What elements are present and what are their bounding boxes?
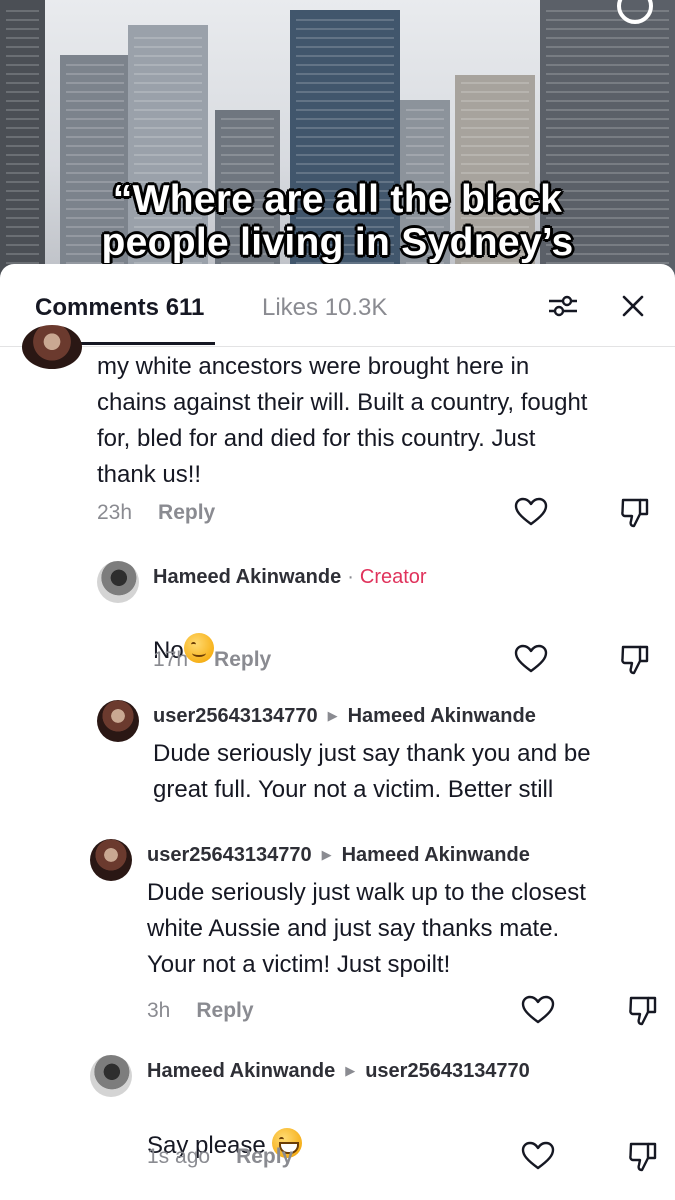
tab-likes[interactable]: Likes 10.3K <box>262 294 387 322</box>
comment-time: 17h <box>153 648 189 671</box>
creator-badge: Creator <box>359 566 427 588</box>
comments-sheet: Comments 611 Likes 10.3K my white ancest… <box>0 264 675 1200</box>
video-caption: “Where are all the black <box>112 178 563 221</box>
author-name[interactable]: Hameed Akinwande <box>147 1060 335 1082</box>
thumbs-down-icon[interactable] <box>620 644 650 676</box>
heart-icon[interactable] <box>521 995 555 1025</box>
reply-to-name[interactable]: Hameed Akinwande <box>342 844 530 866</box>
reply-button[interactable]: Reply <box>236 1145 293 1168</box>
comment-text: Dude seriously just say thank you and be… <box>153 740 591 803</box>
video-caption-line-2: people living in Sydney’s <box>101 221 574 264</box>
reply-button[interactable]: Reply <box>214 648 271 671</box>
reply-arrow-icon: ▶ <box>345 1063 356 1078</box>
avatar[interactable] <box>97 561 139 603</box>
heart-icon[interactable] <box>521 1141 555 1171</box>
tab-comments[interactable]: Comments 611 <box>35 294 204 322</box>
author-name[interactable]: Hameed Akinwande <box>153 566 341 588</box>
comment-meta: 23h Reply <box>97 501 215 525</box>
heart-icon[interactable] <box>514 497 548 527</box>
reply-button[interactable]: Reply <box>158 501 215 524</box>
comment-text: Dude seriously just walk up to the close… <box>147 879 586 978</box>
comment-time: 3h <box>147 999 171 1022</box>
heart-icon[interactable] <box>514 644 548 674</box>
video-background: “Where are all the black people living i… <box>0 0 675 300</box>
comment-author[interactable]: user25643134770 ▶ Hameed Akinwande <box>153 705 536 728</box>
reply-to-name[interactable]: user25643134770 <box>365 1060 530 1082</box>
comment-time: 1s ago <box>147 1145 211 1168</box>
thumbs-down-icon[interactable] <box>628 995 658 1027</box>
author-name[interactable]: user25643134770 <box>153 705 318 727</box>
comment-meta: 3h Reply <box>147 999 254 1023</box>
reply-arrow-icon: ▶ <box>327 708 338 723</box>
comment-author[interactable]: Hameed Akinwande · Creator <box>153 566 427 589</box>
reply-button[interactable]: Reply <box>196 999 253 1022</box>
close-icon[interactable] <box>620 293 646 319</box>
thumbs-down-icon[interactable] <box>628 1141 658 1173</box>
comment-text: my white ancestors were brought here in … <box>97 353 588 488</box>
thumbs-down-icon[interactable] <box>620 497 650 529</box>
sliders-icon[interactable] <box>548 295 578 317</box>
avatar[interactable] <box>97 700 139 742</box>
author-name[interactable]: user25643134770 <box>147 844 312 866</box>
reply-arrow-icon: ▶ <box>321 847 332 862</box>
reply-to-name[interactable]: Hameed Akinwande <box>348 705 536 727</box>
comment-time: 23h <box>97 501 133 524</box>
avatar[interactable] <box>90 1055 132 1097</box>
sheet-header: Comments 611 Likes 10.3K <box>0 264 675 347</box>
comment-author[interactable]: Hameed Akinwande ▶ user25643134770 <box>147 1060 530 1083</box>
comment-meta: 17h Reply <box>153 648 271 672</box>
comment-meta: 1s ago Reply <box>147 1145 293 1169</box>
avatar[interactable] <box>90 839 132 881</box>
avatar[interactable] <box>22 325 82 369</box>
comment-list: my white ancestors were brought here in … <box>0 325 675 1200</box>
comment-author[interactable]: user25643134770 ▶ Hameed Akinwande <box>147 844 530 867</box>
separator-dot: · <box>347 566 354 588</box>
